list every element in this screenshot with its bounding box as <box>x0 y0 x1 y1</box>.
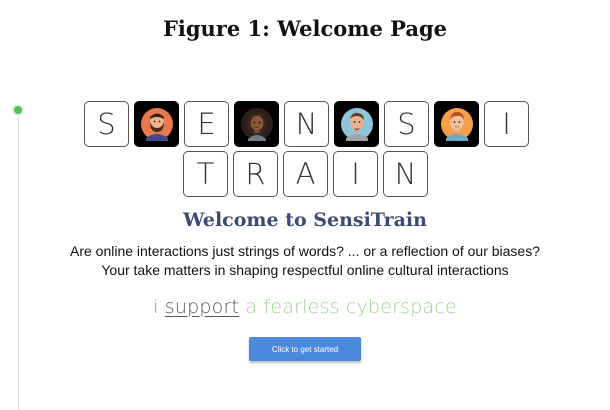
logo-letter-a: A <box>283 151 328 197</box>
logo-letter-s: S <box>84 101 129 147</box>
bearded-man-avatar-icon <box>134 101 179 147</box>
ginger-man-avatar-icon <box>434 101 479 147</box>
logo-row-1: S E N S I <box>84 101 529 147</box>
slogan-support: support <box>164 296 240 318</box>
logo-letter-r: R <box>233 151 278 197</box>
slogan-i: i <box>153 296 159 318</box>
tagline-line-1: Are online interactions just strings of … <box>69 243 540 259</box>
logo-letter-t: T <box>183 151 228 197</box>
get-started-button[interactable]: Click to get started <box>249 337 361 361</box>
logo-letter-s-2: S <box>384 101 429 147</box>
man-with-goatee-avatar-icon <box>334 101 379 147</box>
welcome-title: Welcome to SensiTrain <box>183 209 427 231</box>
logo-letter-i: I <box>484 101 529 147</box>
slogan-rest: a fearless cyberspace <box>245 296 457 318</box>
dark-skinned-woman-avatar-icon <box>234 101 279 147</box>
tagline-line-2: Your take matters in shaping respectful … <box>101 262 509 278</box>
logo-letter-i-2: I <box>333 151 378 197</box>
timeline-dot <box>14 106 22 114</box>
logo-letter-n-2: N <box>383 151 428 197</box>
figure-caption: Figure 1: Welcome Page <box>162 16 448 41</box>
slogan: i support a fearless cyberspace <box>0 296 610 318</box>
logo-letter-e: E <box>184 101 229 147</box>
logo-row-2: T R A I N <box>183 151 428 197</box>
logo-letter-n: N <box>284 101 329 147</box>
